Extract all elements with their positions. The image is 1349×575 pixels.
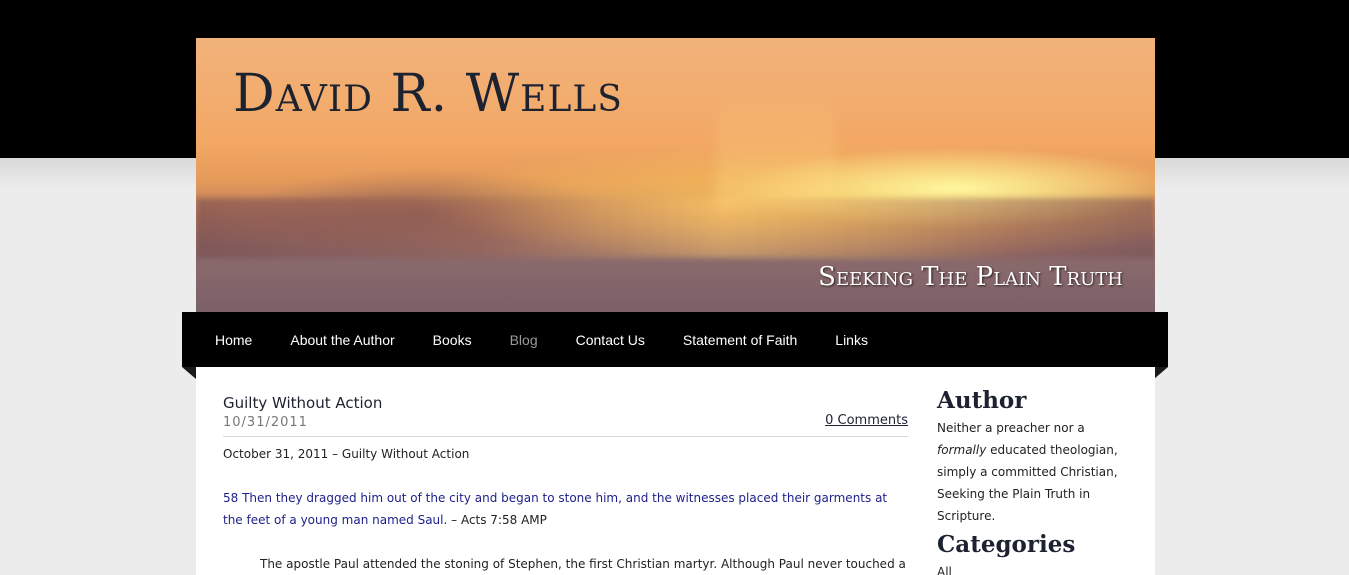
nav-about-the-author[interactable]: About the Author [290, 332, 394, 348]
nav-fold-right [1154, 367, 1168, 379]
sidebar: Author Neither a preacher nor a formally… [937, 385, 1127, 575]
nav-blog[interactable]: Blog [510, 332, 538, 348]
author-blurb-pre: Neither a preacher nor a [937, 421, 1085, 435]
categories-heading: Categories [937, 531, 1076, 558]
sun-rays [716, 78, 836, 208]
post-title[interactable]: Guilty Without Action [223, 394, 382, 412]
header-banner: David R. Wells Seeking The Plain Truth [196, 38, 1155, 312]
scripture-text: 58 Then they dragged him out of the city… [223, 491, 888, 527]
author-heading: Author [937, 387, 1027, 414]
author-blurb-emphasis: formally [937, 443, 987, 457]
post-heading-line: October 31, 2011 – Guilty Without Action [223, 447, 470, 461]
author-blurb: Neither a preacher nor a formally educat… [937, 417, 1127, 527]
site-tagline: Seeking The Plain Truth [818, 262, 1123, 292]
site-title[interactable]: David R. Wells [233, 64, 623, 124]
nav-books[interactable]: Books [433, 332, 472, 348]
nav-home[interactable]: Home [215, 332, 252, 348]
content-area: Guilty Without Action 10/31/2011 0 Comme… [196, 367, 1155, 575]
comments-link[interactable]: 0 Comments [825, 413, 908, 428]
category-item[interactable]: All [937, 561, 1127, 575]
scripture-reference: – Acts 7:58 AMP [447, 513, 547, 527]
post-date: 10/31/2011 [223, 415, 308, 430]
nav-links[interactable]: Links [835, 332, 868, 348]
scripture-quote: 58 Then they dragged him out of the city… [223, 487, 908, 531]
cloud-band [196, 198, 1155, 258]
nav-contact-us[interactable]: Contact Us [576, 332, 645, 348]
post-divider [223, 436, 908, 437]
main-nav: Home About the Author Books Blog Contact… [182, 312, 1168, 367]
nav-statement-of-faith[interactable]: Statement of Faith [683, 332, 797, 348]
post-paragraph: The apostle Paul attended the stoning of… [260, 557, 906, 571]
nav-fold-left [182, 367, 196, 379]
